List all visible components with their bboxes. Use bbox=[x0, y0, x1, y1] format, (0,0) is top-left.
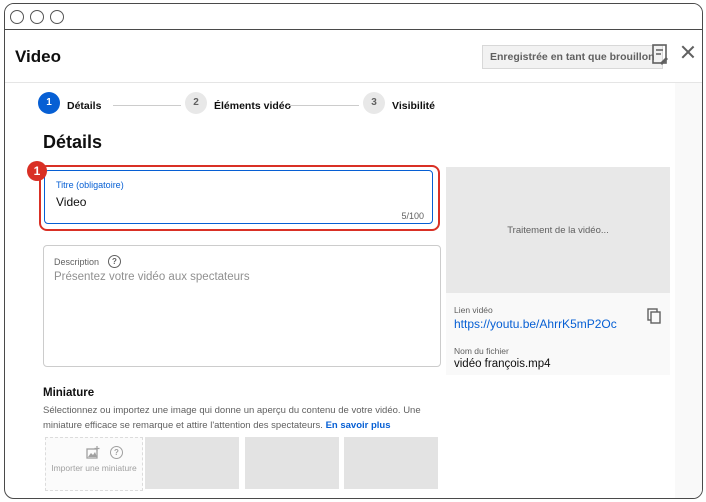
video-preview-panel: Traitement de la vidéo... Lien vidéo htt… bbox=[446, 167, 670, 375]
window-titlebar bbox=[5, 4, 702, 30]
description-placeholder: Présentez votre vidéo aux spectateurs bbox=[54, 271, 250, 283]
thumbnail-option[interactable] bbox=[344, 437, 438, 489]
draft-status-badge: Enregistrée en tant que brouillon bbox=[482, 45, 663, 69]
video-link[interactable]: https://youtu.be/AhrrK5mP2Oc bbox=[454, 317, 617, 331]
scroll-area[interactable] bbox=[675, 83, 702, 498]
step-connector bbox=[113, 105, 181, 106]
step-3-circle[interactable]: 3 bbox=[363, 92, 385, 114]
step-2-circle[interactable]: 2 bbox=[185, 92, 207, 114]
help-icon[interactable]: ? bbox=[108, 255, 121, 268]
step-3-label[interactable]: Visibilité bbox=[392, 100, 435, 112]
learn-more-link[interactable]: En savoir plus bbox=[326, 420, 391, 431]
thumbnail-option[interactable] bbox=[245, 437, 339, 489]
filename: vidéo françois.mp4 bbox=[454, 358, 551, 370]
upload-thumbnail-button[interactable]: ? Importer une miniature bbox=[45, 437, 143, 491]
thumbnail-option[interactable] bbox=[145, 437, 239, 489]
help-icon[interactable]: ? bbox=[110, 446, 123, 459]
filename-label: Nom du fichier bbox=[454, 346, 509, 356]
window-close-dot[interactable] bbox=[10, 10, 24, 24]
step-2-label[interactable]: Éléments vidéo bbox=[214, 100, 291, 112]
processing-status: Traitement de la vidéo... bbox=[507, 225, 609, 236]
dialog-title: Video bbox=[15, 47, 61, 66]
step-1-label[interactable]: Détails bbox=[67, 100, 101, 112]
upload-thumbnail-label: Importer une miniature bbox=[51, 463, 137, 473]
step-connector bbox=[287, 105, 359, 106]
app-window: Video Enregistrée en tant que brouillon … bbox=[4, 3, 703, 499]
description-label: Description bbox=[54, 257, 100, 267]
title-input[interactable]: Titre (obligatoire) Video 5/100 bbox=[44, 170, 433, 224]
section-title: Détails bbox=[43, 132, 103, 152]
title-field-highlight: Titre (obligatoire) Video 5/100 bbox=[39, 165, 440, 231]
title-value[interactable]: Video bbox=[56, 195, 86, 209]
video-preview[interactable]: Traitement de la vidéo... bbox=[446, 167, 670, 293]
thumbnail-description: Sélectionnez ou importez une image qui d… bbox=[43, 403, 443, 433]
step-1-circle[interactable]: 1 bbox=[38, 92, 60, 114]
close-icon[interactable] bbox=[681, 45, 695, 59]
add-image-icon bbox=[86, 446, 100, 459]
dialog-header: Video Enregistrée en tant que brouillon bbox=[5, 30, 702, 83]
video-link-label: Lien vidéo bbox=[454, 305, 493, 315]
feedback-icon[interactable] bbox=[650, 43, 670, 67]
thumbnail-title: Miniature bbox=[43, 387, 95, 399]
window-maximize-dot[interactable] bbox=[50, 10, 64, 24]
annotation-badge: 1 bbox=[27, 161, 47, 181]
description-input[interactable]: Description ? Présentez votre vidéo aux … bbox=[43, 245, 441, 367]
title-field-label: Titre (obligatoire) bbox=[56, 180, 124, 190]
title-char-count: 5/100 bbox=[401, 211, 424, 221]
copy-icon[interactable] bbox=[647, 308, 661, 324]
window-minimize-dot[interactable] bbox=[30, 10, 44, 24]
